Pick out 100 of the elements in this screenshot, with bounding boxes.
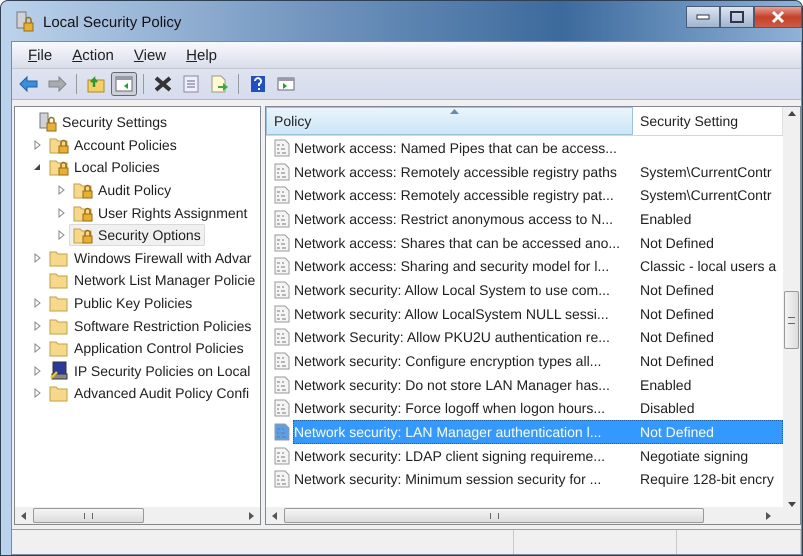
expand-arrow-icon[interactable] [34, 366, 40, 376]
locked-folder-icon [73, 181, 93, 200]
maximize-button[interactable] [720, 6, 754, 28]
policy-lock-icon [39, 112, 57, 132]
maximize-icon [730, 11, 744, 23]
export-list-icon [209, 75, 229, 93]
minimize-button[interactable] [686, 6, 720, 28]
collapse-arrow-icon[interactable] [33, 163, 41, 172]
vertical-scrollbar[interactable] [783, 107, 800, 507]
forward-arrow-icon [47, 75, 67, 93]
security-setting: Enabled [639, 210, 692, 227]
scroll-right-icon[interactable] [248, 512, 254, 520]
menu-item[interactable]: View [126, 46, 174, 64]
locked-folder-icon [49, 136, 69, 154]
tree-item[interactable]: Advanced Audit Policy Confi [45, 382, 254, 404]
tree-item[interactable]: Software Restriction Policies [45, 314, 256, 337]
policy-name: Network security: LDAP client signing requireme... [294, 448, 606, 464]
app-icon [15, 11, 35, 33]
policy-icon [274, 376, 290, 394]
sort-arrow-icon [450, 109, 458, 114]
policy-row[interactable]: Network access: Remotely accessible registry paths System\CurrentContr [293, 160, 783, 184]
security-setting: Enabled [639, 376, 692, 393]
scroll-left-icon[interactable] [21, 512, 27, 520]
tree-item[interactable]: Public Key Policies [45, 292, 196, 314]
policy-icon [274, 234, 290, 252]
tree-item[interactable]: Local Policies [45, 156, 164, 178]
tree-item[interactable]: Network List Manager Policie [45, 269, 260, 292]
policy-icon [274, 186, 290, 204]
folder-up-icon [86, 75, 106, 93]
folder-icon [49, 384, 69, 402]
policy-name: Network Security: Allow PKU2U authentication re... [294, 329, 611, 346]
policy-name: Network security: Do not store LAN Manager has... [294, 376, 611, 393]
folder-icon [49, 339, 69, 358]
policy-icon [274, 399, 290, 418]
policy-row[interactable]: Network access: Named Pipes that can be access... [293, 136, 783, 160]
tree-item[interactable]: Security Settings [35, 110, 172, 134]
tree-item[interactable]: Audit Policy [69, 179, 176, 202]
scroll-left-icon[interactable] [272, 512, 278, 520]
policy-row[interactable]: Network access: Restrict anonymous access to N... Enabled [293, 206, 783, 231]
expand-arrow-icon[interactable] [34, 388, 40, 398]
policy-row[interactable]: Network security: Configure encryption types all... Not Defined [293, 349, 783, 374]
policy-icon [274, 210, 290, 228]
policy-row[interactable]: Network security: LDAP client signing requireme... Negotiate signing [293, 444, 783, 468]
security-setting: Disabled [639, 400, 694, 416]
policy-name: Network access: Remotely accessible registry paths [294, 164, 618, 180]
policy-name: Network access: Named Pipes that can be access... [294, 140, 618, 156]
scroll-right-icon[interactable] [765, 512, 771, 520]
policy-row[interactable]: Network access: Remotely accessible registry pat... System\CurrentContr [293, 183, 783, 208]
column-header[interactable]: Policy [266, 107, 633, 135]
tree-item[interactable]: User Rights Assignment [69, 202, 252, 224]
console-tree-icon [114, 75, 134, 93]
tree-item[interactable]: Account Policies [45, 134, 181, 156]
horizontal-scrollbar[interactable] [266, 507, 800, 524]
security-setting: Not Defined [639, 329, 714, 346]
menu-item[interactable]: Help [178, 46, 226, 64]
policy-row[interactable]: Network security: Force logoff when logon hours... Disabled [293, 396, 783, 420]
policy-row[interactable]: Network Security: Allow PKU2U authentication re... Not Defined [293, 325, 783, 350]
policy-name: Network access: Sharing and security model for l... [294, 258, 610, 274]
policy-name: Network security: Minimum session security for ... [294, 471, 602, 488]
folder-icon [49, 248, 69, 267]
policy-row[interactable]: Network security: Minimum session security for ... Require 128-bit encry [293, 467, 783, 492]
policy-row[interactable]: Network security: Allow Local System to use com... Not Defined [293, 278, 783, 302]
policy-row[interactable]: Network security: Do not store LAN Manager has... Enabled [293, 372, 783, 397]
horizontal-scrollbar[interactable] [15, 507, 260, 524]
locked-folder-icon [73, 204, 93, 222]
close-button[interactable] [754, 6, 802, 28]
policy-row[interactable]: Network security: Allow LocalSystem NULL sessi... Not Defined [293, 302, 783, 326]
tree-item[interactable]: IP Security Policies on Local [45, 358, 254, 383]
tree-item[interactable]: Application Control Policies [45, 337, 248, 360]
policy-name: Network security: Configure encryption types all... [294, 353, 602, 370]
scroll-up-icon[interactable] [788, 111, 796, 117]
expand-arrow-icon[interactable] [58, 208, 64, 218]
folder-icon [49, 271, 69, 290]
expand-arrow-icon[interactable] [34, 252, 40, 263]
security-setting: Not Defined [639, 424, 714, 440]
menu-item[interactable]: Action [64, 46, 122, 64]
folder-icon [49, 316, 69, 335]
tree-item[interactable]: Windows Firewall with Advar [45, 246, 256, 269]
policy-icon [274, 257, 290, 276]
expand-arrow-icon[interactable] [34, 140, 40, 150]
policy-name: Network security: Force logoff when logon hours... [294, 400, 606, 416]
security-setting: System\CurrentContr [639, 164, 772, 180]
policy-row[interactable]: Network access: Sharing and security model for l... Classic - local users a [293, 254, 783, 278]
expand-arrow-icon[interactable] [58, 230, 64, 240]
action-pane-icon [276, 75, 296, 93]
security-setting: Require 128-bit encry [639, 471, 774, 488]
console-tree-button[interactable] [111, 72, 137, 96]
back-arrow-icon [19, 75, 39, 93]
security-setting: Not Defined [639, 234, 714, 251]
policy-icon [274, 138, 290, 157]
tree-item[interactable]: Security Options [69, 224, 205, 246]
expand-arrow-icon[interactable] [34, 343, 40, 354]
menu-item[interactable]: File [20, 46, 60, 64]
policy-row[interactable]: Network access: Shares that can be accessed ano... Not Defined [293, 230, 783, 255]
expand-arrow-icon[interactable] [58, 185, 64, 196]
security-setting: Not Defined [639, 306, 714, 322]
expand-arrow-icon[interactable] [34, 320, 40, 331]
window-title: Local Security Policy [43, 14, 182, 30]
expand-arrow-icon[interactable] [34, 298, 40, 308]
policy-name: Network access: Shares that can be accessed ano... [294, 234, 622, 251]
